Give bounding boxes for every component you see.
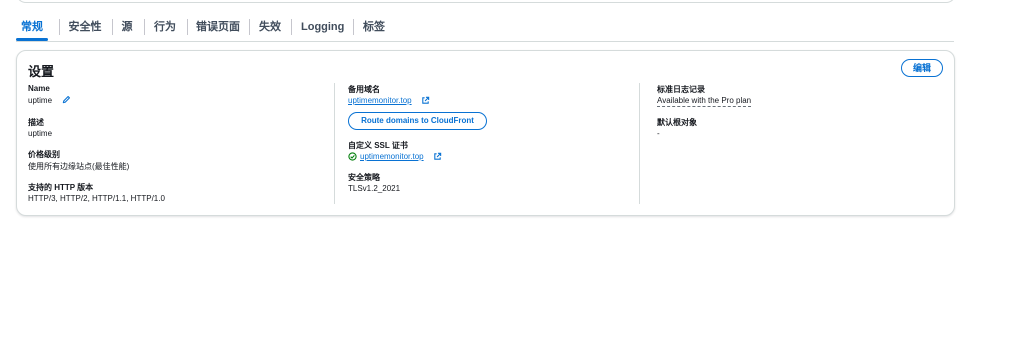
edit-pencil-icon[interactable] — [62, 95, 71, 104]
active-tab-indicator — [16, 38, 48, 41]
std-logging-value[interactable]: Available with the Pro plan — [657, 96, 752, 107]
tab-origins[interactable]: 源 — [119, 14, 135, 40]
description-value: uptime — [28, 129, 53, 138]
tab-general[interactable]: 常规 — [16, 14, 48, 40]
http-versions-value: HTTP/3, HTTP/2, HTTP/1.1, HTTP/1.0 — [28, 194, 165, 203]
alt-domain-label: 备用域名 — [348, 85, 380, 94]
tab-divider — [291, 19, 292, 35]
tab-divider — [353, 19, 354, 35]
name-label: Name — [28, 84, 50, 93]
settings-card: 设置 编辑 Name uptime 描述 uptime 价格级别 使用所有边缘站… — [16, 50, 955, 216]
column-divider — [639, 83, 640, 204]
ssl-cert-label: 自定义 SSL 证书 — [348, 141, 408, 150]
route-domains-button[interactable]: Route domains to CloudFront — [348, 112, 487, 130]
edit-button[interactable]: 编辑 — [901, 59, 943, 77]
ssl-cert-link[interactable]: uptimemonitor.top — [360, 152, 424, 161]
tab-divider — [112, 19, 113, 35]
tab-behaviors[interactable]: 行为 — [153, 14, 177, 40]
tab-security[interactable]: 安全性 — [66, 14, 104, 40]
security-policy-value: TLSv1.2_2021 — [348, 184, 401, 193]
tab-bar: 常规 安全性 源 行为 错误页面 失效 Logging 标签 — [16, 14, 954, 42]
tab-divider — [144, 19, 145, 35]
tab-invalidations[interactable]: 失效 — [258, 14, 282, 40]
success-check-icon — [348, 152, 357, 161]
name-value: uptime — [28, 96, 53, 105]
column-divider — [334, 83, 335, 204]
security-policy-label: 安全策略 — [348, 173, 380, 182]
tab-divider — [187, 19, 188, 35]
http-versions-label: 支持的 HTTP 版本 — [28, 183, 94, 192]
alt-domain-link[interactable]: uptimemonitor.top — [348, 96, 412, 105]
settings-title: 设置 — [28, 64, 55, 79]
tab-error-pages[interactable]: 错误页面 — [195, 14, 241, 40]
description-label: 描述 — [28, 118, 44, 127]
tab-divider — [249, 19, 250, 35]
std-logging-label: 标准日志记录 — [657, 85, 705, 94]
previous-card-edge — [16, 0, 956, 3]
price-class-value: 使用所有边缘站点(最佳性能) — [28, 162, 130, 171]
tab-logging[interactable]: Logging — [301, 14, 344, 40]
default-root-label: 默认根对象 — [657, 118, 697, 127]
tab-divider — [59, 19, 60, 35]
tab-tags[interactable]: 标签 — [362, 14, 386, 40]
external-link-icon[interactable] — [433, 152, 442, 161]
default-root-value: - — [657, 129, 660, 138]
external-link-icon[interactable] — [421, 96, 430, 105]
price-class-label: 价格级别 — [28, 150, 60, 159]
